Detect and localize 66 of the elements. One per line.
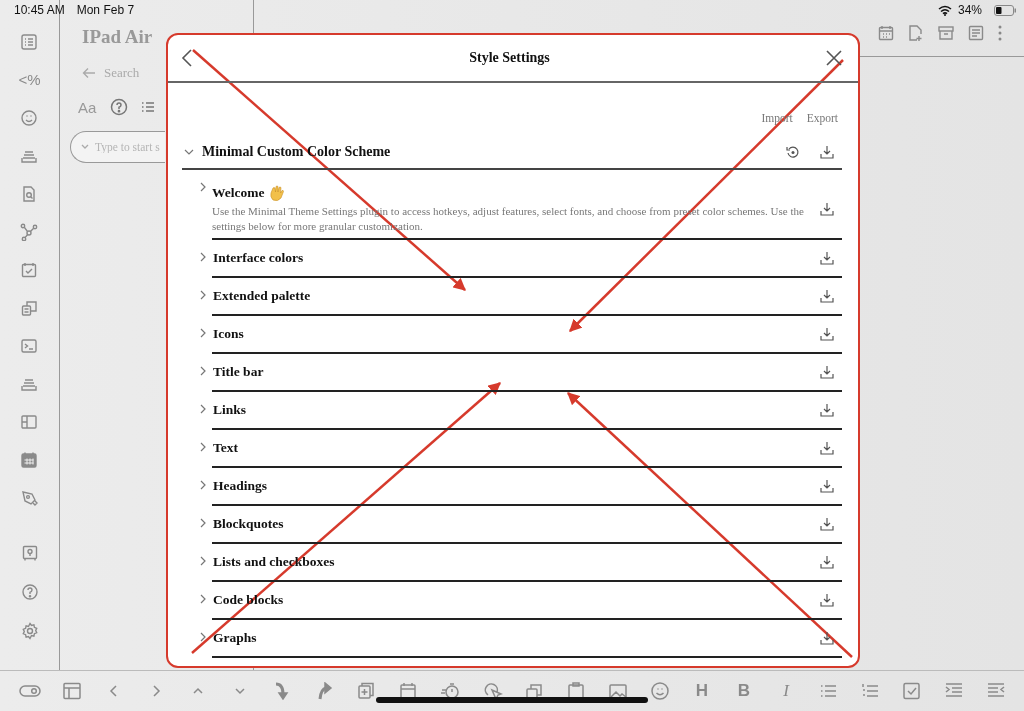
close-icon[interactable] (826, 50, 842, 66)
sidebar-layout-icon[interactable] (20, 413, 39, 431)
setting-group-title[interactable]: Icons (213, 326, 244, 342)
header-link[interactable]: Export (806, 112, 838, 124)
waving-hand-icon (268, 184, 287, 202)
calendar-check-icon[interactable] (20, 261, 39, 279)
new-file-icon[interactable] (907, 24, 925, 42)
more-icon[interactable] (997, 24, 1003, 42)
vault-title: IPad Air (82, 26, 154, 48)
checkbox-icon[interactable] (901, 682, 923, 700)
battery-percent: 34% (957, 3, 982, 17)
indent-icon[interactable] (943, 682, 965, 700)
download-icon[interactable] (820, 251, 834, 265)
setting-group-title[interactable]: Links (213, 402, 247, 418)
download-icon[interactable] (820, 593, 834, 607)
setting-group-title[interactable]: Headings (213, 478, 267, 494)
setting-group-title[interactable]: Blockquotes (213, 516, 284, 532)
battery-icon (994, 4, 1016, 16)
download-icon[interactable] (820, 555, 834, 569)
document-icon[interactable] (967, 24, 985, 42)
help-icon[interactable] (110, 98, 129, 116)
download-icon[interactable] (820, 441, 834, 455)
download-icon[interactable] (820, 631, 834, 645)
download-icon[interactable] (820, 479, 834, 493)
back-chevron-icon[interactable] (181, 49, 193, 67)
graph-icon[interactable] (20, 223, 39, 241)
setting-group-title[interactable]: Graphs (213, 630, 257, 646)
setting-group-title[interactable]: Welcome (212, 185, 265, 201)
wifi-icon (937, 4, 952, 16)
add-copy-icon[interactable] (355, 682, 377, 700)
search-field[interactable]: Type to start s (70, 131, 165, 163)
setting-group-title[interactable]: Title bar (213, 364, 264, 380)
pen-icon[interactable] (20, 489, 39, 507)
status-date: Mon Feb 7 (76, 3, 135, 17)
back-arrow-icon (82, 67, 96, 79)
smiley-icon[interactable] (649, 682, 671, 700)
numbered-list-icon[interactable] (859, 682, 881, 700)
help-icon[interactable] (20, 583, 39, 601)
setting-group-title[interactable]: Text (213, 440, 238, 456)
smiley-icon[interactable] (20, 109, 39, 127)
image-icon[interactable] (607, 682, 629, 700)
section-title[interactable]: Minimal Custom Color Scheme (202, 144, 780, 160)
download-icon[interactable] (820, 145, 834, 159)
calendar-icon[interactable] (397, 682, 419, 700)
download-icon[interactable] (820, 365, 834, 379)
toggle-icon[interactable] (19, 682, 41, 700)
vault-icon[interactable] (20, 544, 39, 562)
download-icon[interactable] (820, 327, 834, 341)
download-icon[interactable] (820, 289, 834, 303)
status-time: 10:45 AM (14, 3, 65, 17)
caret-icon (80, 143, 90, 151)
timer-icon[interactable] (439, 682, 461, 700)
layout-icon[interactable] (61, 682, 83, 700)
archive-icon[interactable] (937, 24, 955, 42)
terminal-icon[interactable] (20, 337, 39, 355)
setting-group-title[interactable]: Extended palette (213, 288, 311, 304)
outline-icon[interactable] (20, 33, 39, 51)
setting-group-title[interactable]: Interface colors (213, 250, 304, 266)
outdent-icon[interactable] (985, 682, 1007, 700)
reset-icon[interactable] (786, 145, 800, 159)
settings-icon[interactable] (20, 622, 39, 640)
list-icon[interactable] (142, 100, 155, 114)
dialog-title: Style Settings (469, 50, 550, 66)
download-icon[interactable] (820, 517, 834, 531)
download-icon[interactable] (820, 403, 834, 417)
download-icon[interactable] (820, 202, 834, 216)
